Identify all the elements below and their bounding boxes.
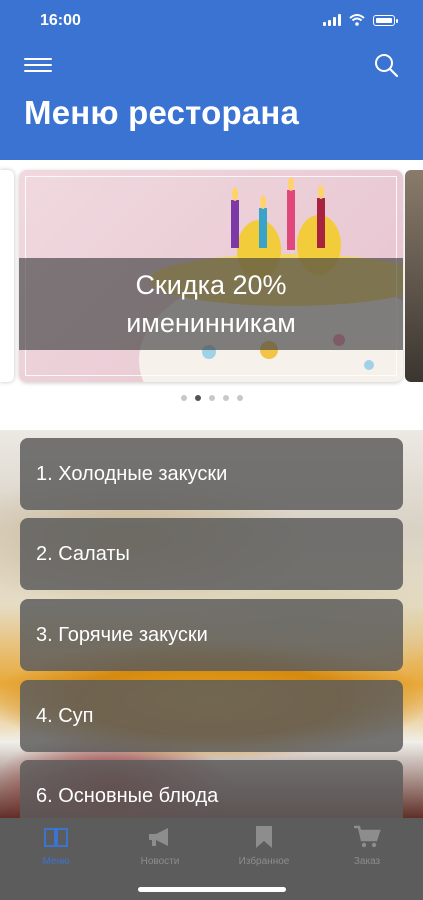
- promo-line-2: именинникам: [126, 308, 296, 338]
- carousel-pagination: [0, 395, 423, 401]
- tab-order[interactable]: Заказ: [327, 822, 407, 867]
- tab-news-label: Новости: [140, 856, 180, 867]
- hamburger-menu-button[interactable]: [24, 54, 52, 76]
- page-dot[interactable]: [208, 395, 215, 401]
- page-dot[interactable]: [236, 395, 243, 401]
- promo-banner[interactable]: Скидка 20% именинникам: [19, 170, 403, 382]
- battery-icon: [373, 14, 398, 26]
- page-title: Меню ресторана: [24, 94, 300, 131]
- bookmark-icon: [256, 826, 272, 848]
- signal-icon: [323, 14, 341, 26]
- promo-carousel[interactable]: Скидка 20% именинникам: [0, 160, 423, 410]
- wifi-icon: [349, 14, 365, 26]
- next-slide-peek[interactable]: [405, 170, 423, 382]
- tab-order-label: Заказ: [353, 856, 381, 867]
- page-dot[interactable]: [180, 395, 187, 401]
- search-icon[interactable]: [373, 52, 399, 78]
- status-icons: [323, 14, 398, 26]
- tab-favorites-label: Избранное: [238, 856, 290, 867]
- previous-slide-peek[interactable]: [0, 170, 14, 382]
- promo-line-1: Скидка 20%: [135, 270, 287, 300]
- tab-favorites[interactable]: Избранное: [224, 822, 304, 867]
- category-salads[interactable]: 2. Салаты: [20, 518, 403, 590]
- category-soup[interactable]: 4. Суп: [20, 680, 403, 752]
- category-hot-appetizers[interactable]: 3. Горячие закуски: [20, 599, 403, 671]
- category-cold-appetizers[interactable]: 1. Холодные закуски: [20, 438, 403, 510]
- tab-menu-label: Меню: [42, 856, 70, 867]
- app-header: 16:00 Меню ресторана: [0, 0, 423, 160]
- home-indicator[interactable]: [138, 887, 286, 892]
- page-dot[interactable]: [222, 395, 229, 401]
- megaphone-icon: [149, 828, 168, 846]
- page-dot-active[interactable]: [194, 395, 201, 401]
- book-icon: [44, 828, 68, 847]
- tab-menu[interactable]: Меню: [16, 822, 96, 867]
- cart-icon: [354, 825, 381, 848]
- status-time: 16:00: [40, 12, 81, 29]
- promo-banner-text: Скидка 20% именинникам: [19, 258, 403, 350]
- tab-news[interactable]: Новости: [120, 822, 200, 867]
